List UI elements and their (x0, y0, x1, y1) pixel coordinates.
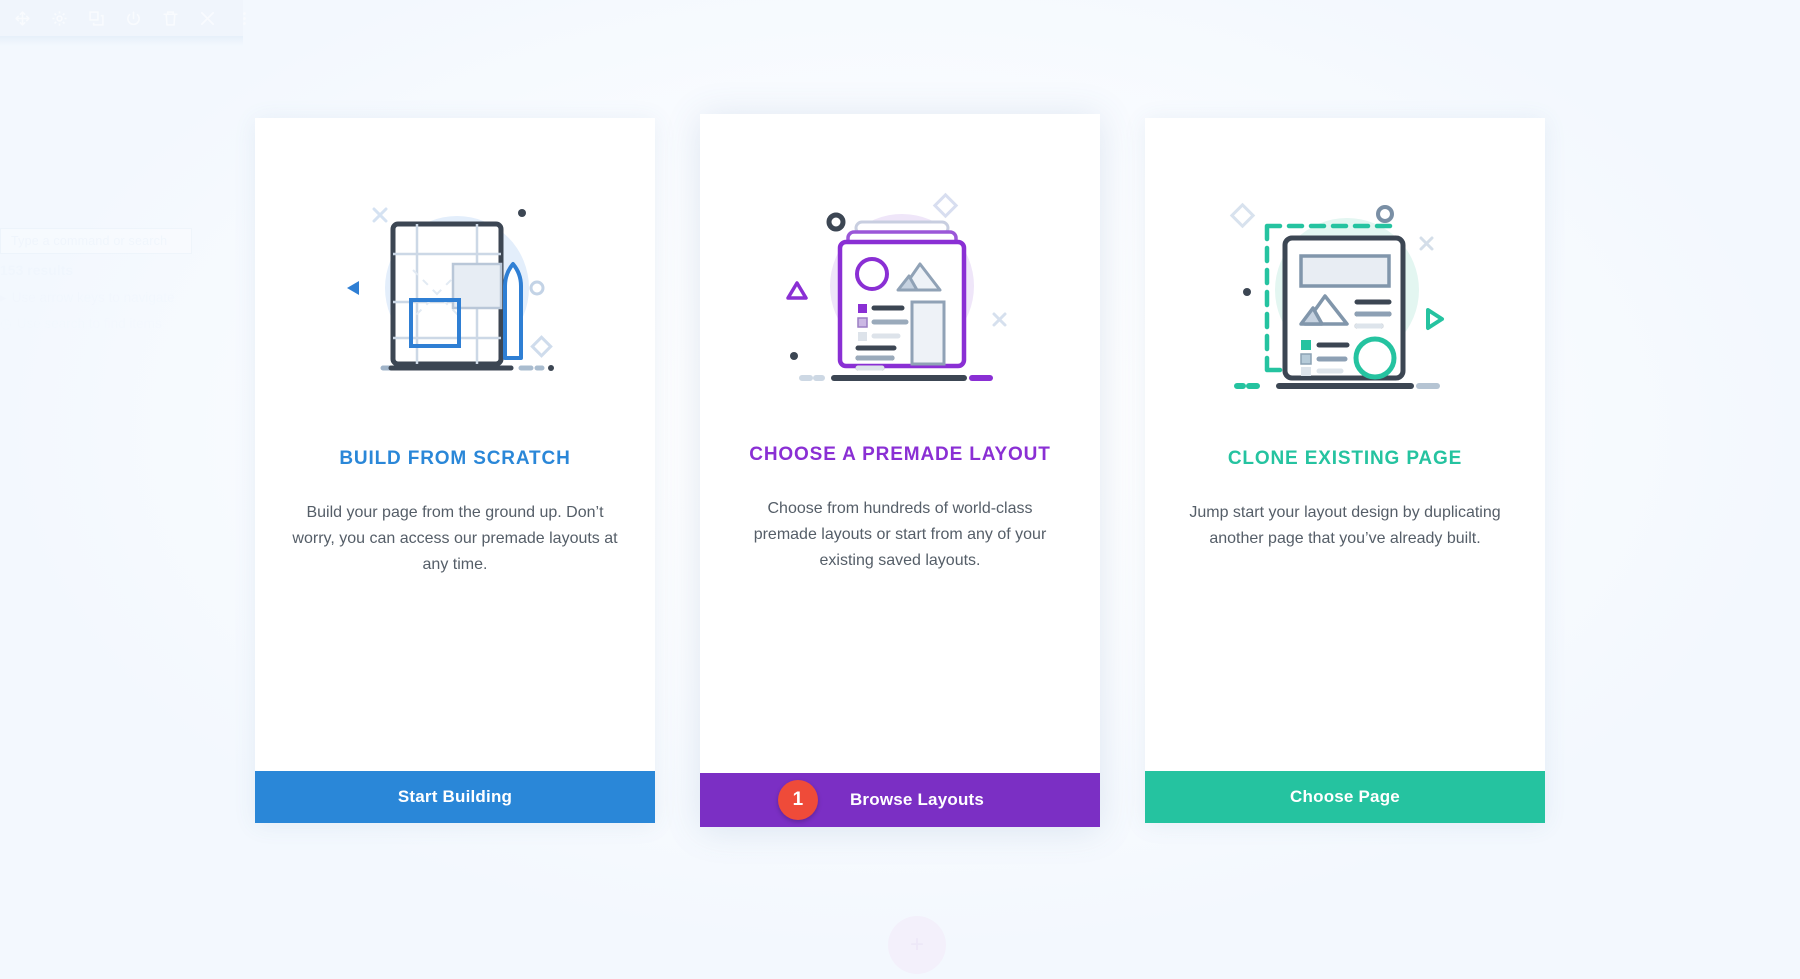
trash-icon[interactable] (162, 10, 179, 27)
list-bullet-icon: ▸ (0, 290, 7, 305)
choose-page-button[interactable]: Choose Page (1145, 771, 1545, 823)
cta-label: Start Building (397, 787, 513, 806)
card-build-from-scratch[interactable]: BUILD FROM SCRATCH Build your page from … (255, 118, 655, 823)
results-count: 153 results (0, 262, 74, 278)
divi-new-page-modal: Type a command or search 153 results ▸ Us… (0, 0, 1800, 979)
card-description: Build your page from the ground up. Don’… (292, 504, 618, 573)
floating-add-button[interactable]: + (888, 916, 946, 974)
clock-icon: ◷ (0, 316, 12, 331)
blueprint-illustration-svg (347, 207, 554, 371)
keyboard-hint-secondary: ◷ Use search to find items (0, 316, 162, 331)
card-description: Choose from hundreds of world-class prem… (753, 500, 1047, 569)
power-icon[interactable] (125, 10, 142, 27)
close-x-icon[interactable] (199, 10, 216, 27)
move-icon[interactable] (14, 10, 31, 27)
option-cards-row: BUILD FROM SCRATCH Build your page from … (255, 114, 1545, 827)
plus-icon: + (909, 931, 924, 958)
background-builder-toolbar (0, 0, 246, 36)
card-description: Jump start your layout design by duplica… (1189, 504, 1501, 547)
step-badge-number: 1 (792, 789, 804, 810)
search-input[interactable]: Type a command or search (0, 228, 192, 254)
step-badge: 1 (778, 780, 818, 820)
card-title: BUILD FROM SCRATCH (339, 448, 571, 469)
build-from-scratch-illustration (255, 118, 655, 448)
settings-gear-icon[interactable] (51, 10, 68, 27)
more-vertical-icon[interactable] (236, 10, 253, 27)
card-title: CHOOSE A PREMADE LAYOUT (749, 444, 1051, 465)
start-building-button[interactable]: Start Building (255, 771, 655, 823)
clone-page-illustration (1145, 118, 1545, 448)
layout-stack-illustration-svg (786, 192, 1007, 381)
browse-layouts-button[interactable]: 1 Browse Layouts (700, 773, 1100, 827)
search-placeholder-text: Type a command or search (11, 234, 168, 248)
toolbar-shadow (0, 36, 243, 46)
cta-label: Browse Layouts (849, 790, 985, 809)
card-title: CLONE EXISTING PAGE (1227, 448, 1463, 469)
duplicate-icon[interactable] (88, 10, 105, 27)
premade-layout-illustration (700, 114, 1100, 444)
card-clone-existing-page[interactable]: CLONE EXISTING PAGE Jump start your layo… (1145, 118, 1545, 823)
cta-label: Choose Page (1290, 787, 1400, 806)
card-choose-premade-layout[interactable]: CHOOSE A PREMADE LAYOUT Choose from hund… (700, 114, 1100, 827)
clone-page-illustration-svg (1229, 202, 1444, 389)
keyboard-hint-primary: ▸ Use arrow keys to navigate (0, 290, 175, 305)
